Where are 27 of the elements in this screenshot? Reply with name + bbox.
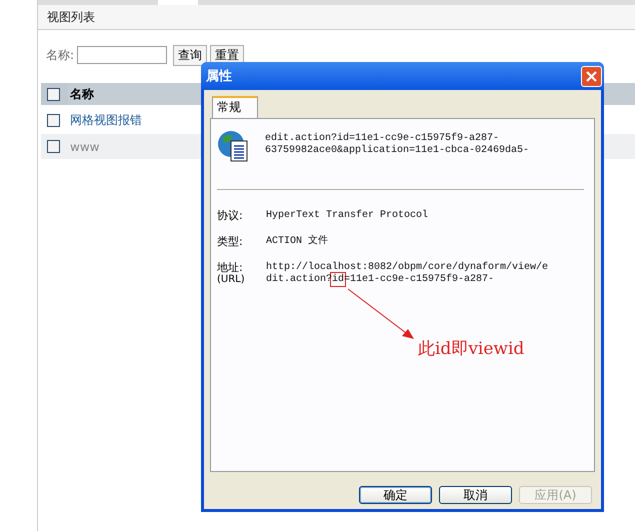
annotation-text: 此id即viewid [418, 338, 524, 360]
property-value: ACTION 文件 [266, 236, 328, 248]
property-label: 协议: [217, 210, 244, 222]
search-label: 名称: [46, 46, 74, 64]
annotation-arrow [348, 288, 414, 339]
dialog-button[interactable]: 确定 [359, 486, 432, 504]
page-title: 视图列表 [47, 8, 95, 26]
close-button[interactable] [581, 66, 602, 86]
row-checkbox[interactable] [47, 140, 60, 153]
property-value: http://localhost:8082/obpm/core/dynaform/view/e [266, 262, 548, 274]
dialog-title: 属性 [206, 68, 232, 85]
column-header: 名称 [70, 86, 94, 102]
property-label: 类型: [217, 236, 244, 248]
page-button[interactable]: 查询 [173, 44, 208, 66]
property-label: 地址: [217, 262, 244, 274]
name-input-field[interactable] [77, 46, 168, 64]
view-name-link[interactable]: 网格视图报错 [70, 112, 142, 129]
dialog-button[interactable]: 取消 [439, 486, 512, 504]
row-checkbox[interactable] [47, 114, 60, 127]
property-value: HyperText Transfer Protocol [266, 210, 428, 222]
file-name-text: edit.action?id=11e1-cc9e-c15975f9-a287- [265, 133, 500, 144]
view-name: www [70, 140, 100, 154]
select-all-checkbox[interactable] [47, 88, 60, 100]
file-name-text: 63759982ace0&application=11e1-cbca-02469da5- [265, 145, 530, 157]
close-icon [585, 70, 598, 82]
dialog-tab[interactable]: 常规 [212, 96, 258, 118]
property-sublabel: (URL) [217, 274, 246, 286]
